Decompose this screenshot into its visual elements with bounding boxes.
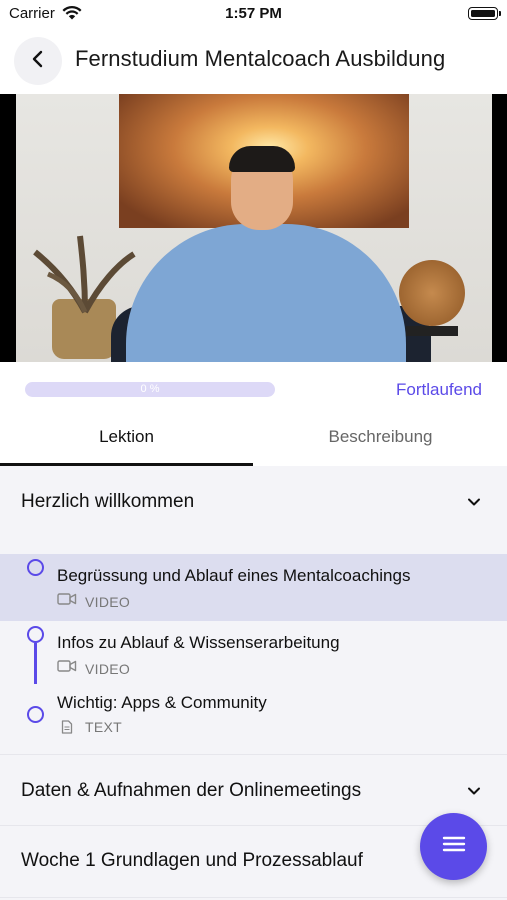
video-player[interactable] xyxy=(0,94,507,362)
decor-stand xyxy=(406,326,458,336)
back-button[interactable] xyxy=(14,37,62,85)
lesson-type: VIDEO xyxy=(85,593,131,610)
status-link[interactable]: Fortlaufend xyxy=(396,380,482,400)
menu-icon xyxy=(442,835,466,858)
pampas-plant xyxy=(33,235,136,314)
lesson-meta: VIDEO xyxy=(57,592,130,611)
clock: 1:57 PM xyxy=(225,5,282,22)
chevron-down-icon xyxy=(467,495,481,509)
section-title: Daten & Aufnahmen der Onlinemeetings xyxy=(21,780,362,801)
video-camera-icon xyxy=(57,592,77,611)
battery-icon xyxy=(468,7,501,20)
tab-beschreibung[interactable]: Beschreibung xyxy=(254,414,507,466)
presenter-hair xyxy=(229,146,295,172)
progress-row: 0 % Fortlaufend xyxy=(0,362,507,414)
section-header-onlinemeetings[interactable]: Daten & Aufnahmen der Onlinemeetings xyxy=(0,754,507,826)
chevron-down-icon xyxy=(467,784,481,798)
chevron-left-icon xyxy=(31,50,45,73)
video-thumbnail xyxy=(16,94,492,362)
lesson-title: Begrüssung und Ablauf eines Mentalcoachi… xyxy=(57,566,411,585)
lesson-title: Wichtig: Apps & Community xyxy=(57,693,267,712)
tab-bar: Lektion Beschreibung xyxy=(0,414,507,466)
section-title: Herzlich willkommen xyxy=(21,491,195,512)
lesson-item[interactable]: Begrüssung und Ablauf eines Mentalcoachi… xyxy=(0,554,507,621)
lesson-item[interactable]: Wichtig: Apps & Community TEXT xyxy=(0,681,507,748)
timeline-node xyxy=(27,626,44,643)
lesson-title: Infos zu Ablauf & Wissenserarbeitung xyxy=(57,633,340,652)
lesson-meta: TEXT xyxy=(57,719,122,735)
video-camera-icon xyxy=(57,659,77,678)
lesson-item[interactable]: Infos zu Ablauf & Wissenserarbeitung VID… xyxy=(0,621,507,688)
status-bar: Carrier 1:57 PM xyxy=(0,0,507,28)
lesson-type: TEXT xyxy=(85,719,122,735)
menu-fab[interactable] xyxy=(420,813,487,880)
header: Fernstudium Mentalcoach Ausbildung xyxy=(0,28,507,94)
document-icon xyxy=(57,720,77,734)
section-header-herzlich-willkommen[interactable]: Herzlich willkommen xyxy=(0,466,507,536)
page-title: Fernstudium Mentalcoach Ausbildung xyxy=(75,46,446,71)
decor-disc xyxy=(399,260,465,326)
lesson-type: VIDEO xyxy=(85,660,131,677)
timeline-node xyxy=(27,706,44,723)
tab-lektion[interactable]: Lektion xyxy=(0,414,253,466)
progress-label: 0 % xyxy=(140,383,160,395)
progress-bar: 0 % xyxy=(25,382,275,397)
section-title: Woche 1 Grundlagen und Prozessablauf xyxy=(21,850,363,871)
timeline-node xyxy=(27,559,44,576)
lesson-meta: VIDEO xyxy=(57,659,130,678)
presenter-shirt xyxy=(126,224,406,362)
